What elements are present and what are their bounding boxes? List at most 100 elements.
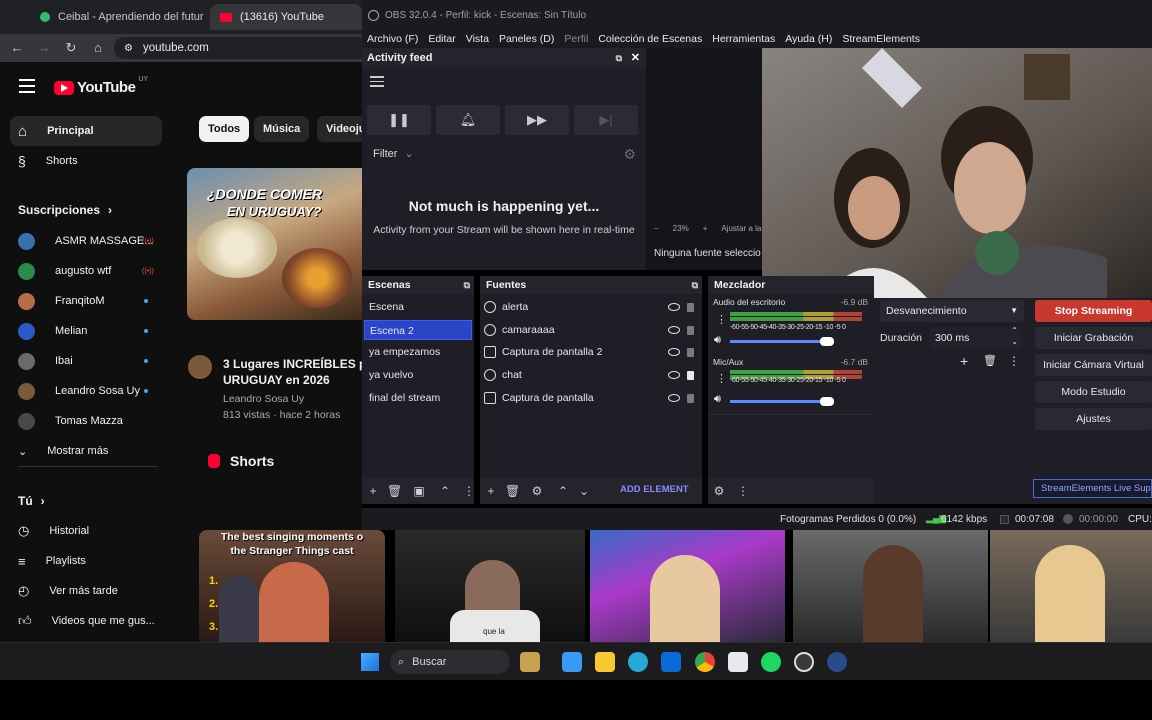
- streamelements-live-support-button[interactable]: StreamElements Live Sup: [1033, 479, 1152, 498]
- show-more-button[interactable]: ⌄ Mostrar más: [10, 436, 162, 466]
- menu-herramientas[interactable]: Herramientas: [712, 33, 775, 45]
- edge-icon[interactable]: [628, 652, 648, 672]
- fit-button[interactable]: Ajustar a la: [721, 224, 761, 233]
- file-explorer-icon[interactable]: [595, 652, 615, 672]
- start-recording-button[interactable]: Iniciar Grabación: [1035, 327, 1152, 349]
- lock-icon[interactable]: [687, 370, 694, 380]
- subscription-item[interactable]: Tomas Mazza: [10, 406, 162, 436]
- menu-editar[interactable]: Editar: [428, 33, 455, 45]
- tab-youtube[interactable]: (13616) YouTube: [210, 4, 362, 30]
- video-thumbnail[interactable]: ¿DONDE COMER EN URUGUAY?: [187, 168, 362, 320]
- channel-menu-icon[interactable]: ⋮: [716, 372, 727, 385]
- tab-ceibal[interactable]: Ceibal - Aprendiendo del futur ✕: [30, 4, 210, 30]
- chip-videojuegos[interactable]: Videoju: [317, 116, 362, 142]
- gear-icon[interactable]: ⚙: [623, 146, 636, 163]
- scene-item[interactable]: ya vuelvo: [364, 365, 472, 385]
- source-item[interactable]: Captura de pantalla 2: [484, 342, 698, 362]
- scene-item[interactable]: Escena 2: [364, 320, 472, 340]
- sidebar-item-playlists[interactable]: ≡ Playlists: [10, 546, 162, 576]
- chip-todos[interactable]: Todos: [199, 116, 250, 142]
- menu-streamelements[interactable]: StreamElements: [842, 33, 920, 45]
- source-item[interactable]: Captura de pantalla: [484, 388, 698, 408]
- volume-slider[interactable]: [730, 340, 834, 343]
- subscription-item[interactable]: ASMR MASSAGE... ((•)): [10, 226, 162, 256]
- spinner-icon[interactable]: ⌃ ⌄: [1011, 325, 1018, 347]
- subscription-item[interactable]: Leandro Sosa Uy: [10, 376, 162, 406]
- store-icon[interactable]: [728, 652, 748, 672]
- add-element-button[interactable]: ADD ELEMENT: [620, 484, 689, 495]
- undock-icon[interactable]: ⧉: [692, 276, 698, 294]
- more-icon[interactable]: ⋮: [1008, 354, 1020, 368]
- lock-icon[interactable]: [687, 325, 694, 335]
- lock-icon[interactable]: [687, 393, 694, 403]
- stop-streaming-button[interactable]: Stop Streaming: [1035, 300, 1152, 322]
- youtube-logo[interactable]: YouTube UY: [54, 76, 148, 96]
- add-scene-icon[interactable]: +: [366, 484, 380, 498]
- short-thumbnail[interactable]: [990, 530, 1152, 642]
- speaker-icon[interactable]: 🔊︎: [714, 334, 721, 347]
- gear-icon[interactable]: ⚙: [712, 484, 726, 498]
- menu-coleccion-escenas[interactable]: Colección de Escenas: [598, 33, 702, 45]
- subscription-item[interactable]: FranqitoM: [10, 286, 162, 316]
- windows-start-icon[interactable]: [361, 653, 379, 671]
- subscription-item[interactable]: augusto wtf ((•)): [10, 256, 162, 286]
- widgets-icon[interactable]: [520, 652, 540, 672]
- zoom-in-icon[interactable]: +: [703, 224, 708, 233]
- menu-ayuda[interactable]: Ayuda (H): [785, 33, 832, 45]
- undock-icon[interactable]: ⧉: [464, 276, 470, 294]
- trash-icon[interactable]: 🗑︎: [505, 484, 520, 498]
- settings-app-icon[interactable]: [827, 652, 847, 672]
- filters-icon[interactable]: ▣: [412, 484, 426, 498]
- visibility-eye-icon[interactable]: [668, 371, 680, 379]
- move-up-icon[interactable]: ⌃: [556, 484, 570, 498]
- scene-item[interactable]: Escena: [364, 297, 472, 317]
- duration-input[interactable]: 300 ms ⌃ ⌄: [930, 325, 1022, 349]
- visibility-eye-icon[interactable]: [668, 303, 680, 311]
- you-header[interactable]: Tú ›: [18, 494, 45, 508]
- alerts-button[interactable]: 🔔︎: [436, 105, 500, 135]
- trash-icon[interactable]: 🗑︎: [983, 354, 997, 367]
- gear-icon[interactable]: ⚙: [530, 484, 544, 498]
- site-info-icon[interactable]: ⚙: [124, 43, 133, 54]
- visibility-eye-icon[interactable]: [668, 394, 680, 402]
- subscription-item[interactable]: Melian: [10, 316, 162, 346]
- lock-icon[interactable]: [687, 302, 694, 312]
- visibility-eye-icon[interactable]: [668, 326, 680, 334]
- address-bar[interactable]: ⚙ youtube.com: [114, 37, 362, 59]
- short-thumbnail[interactable]: que la: [395, 530, 585, 642]
- visibility-eye-icon[interactable]: [668, 348, 680, 356]
- speaker-icon[interactable]: 🔊︎: [714, 393, 721, 406]
- undock-icon[interactable]: ⧉: [616, 48, 622, 68]
- trash-icon[interactable]: 🗑︎: [387, 484, 402, 498]
- video-title[interactable]: 3 Lugares INCREÍBLES pa URUGUAY en 2026: [223, 356, 362, 388]
- close-icon[interactable]: ✕: [631, 48, 640, 68]
- chrome-icon[interactable]: [695, 652, 715, 672]
- sidebar-item-shorts[interactable]: § Shorts: [10, 146, 162, 176]
- volume-slider-handle[interactable]: [820, 397, 834, 406]
- add-transition-icon[interactable]: +: [960, 353, 968, 369]
- source-item[interactable]: camaraaaa: [484, 320, 698, 340]
- copilot-icon[interactable]: [562, 652, 582, 672]
- menu-archivo[interactable]: Archivo (F): [367, 33, 418, 45]
- pause-button[interactable]: ❚❚: [367, 105, 431, 135]
- channel-avatar[interactable]: [188, 355, 212, 379]
- scene-item[interactable]: ya empezamos: [364, 342, 472, 362]
- spotify-icon[interactable]: [761, 652, 781, 672]
- home-icon[interactable]: ⌂: [91, 41, 105, 55]
- skip-end-button[interactable]: ▶|: [574, 105, 638, 135]
- chip-musica[interactable]: Música: [254, 116, 310, 142]
- forward-icon[interactable]: →: [37, 41, 51, 55]
- menu-paneles[interactable]: Paneles (D): [499, 33, 554, 45]
- subscription-item[interactable]: Ibai: [10, 346, 162, 376]
- short-thumbnail[interactable]: [793, 530, 988, 642]
- lock-icon[interactable]: [687, 347, 694, 357]
- more-icon[interactable]: ⋮: [462, 484, 476, 498]
- sidebar-item-ver-mas-tarde[interactable]: ◴ Ver más tarde: [10, 576, 162, 606]
- source-item[interactable]: alerta: [484, 297, 698, 317]
- more-icon[interactable]: ⋮: [736, 484, 750, 498]
- add-source-icon[interactable]: +: [484, 484, 498, 498]
- scene-item[interactable]: final del stream: [364, 388, 472, 408]
- volume-slider-handle[interactable]: [820, 337, 834, 346]
- start-virtual-camera-button[interactable]: Iniciar Cámara Virtual: [1035, 354, 1152, 376]
- menu-icon[interactable]: [19, 79, 35, 93]
